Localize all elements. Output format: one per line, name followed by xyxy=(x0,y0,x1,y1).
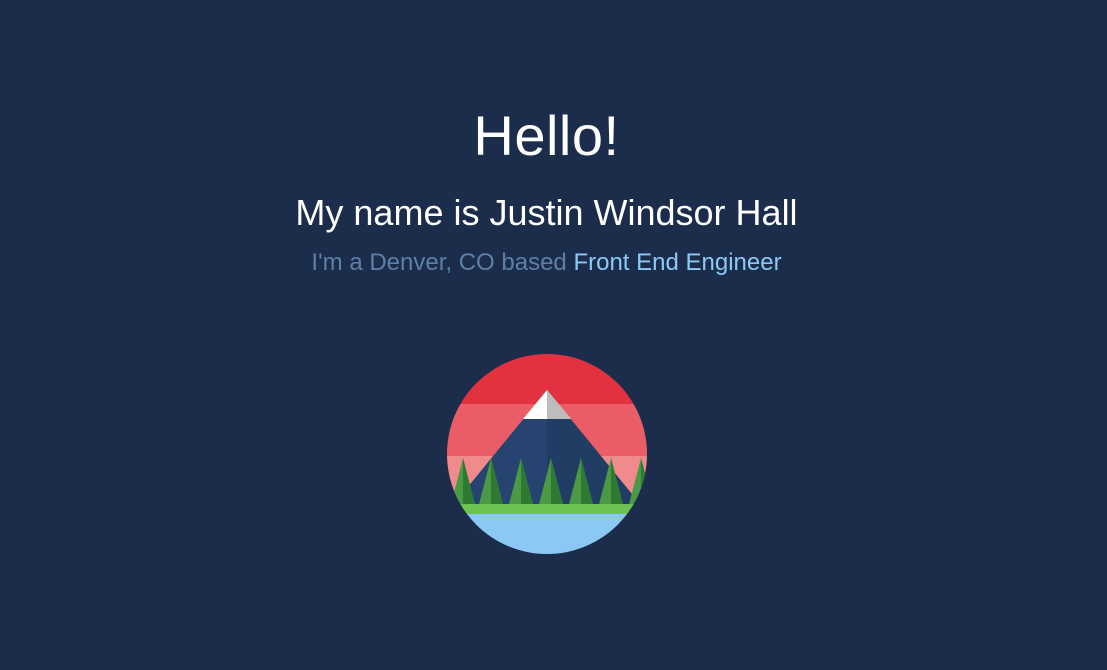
logo-svg xyxy=(447,354,647,554)
grass-strip xyxy=(447,504,647,514)
tagline-role: Front End Engineer xyxy=(573,249,782,276)
landing-page: Hello! My name is Justin Windsor Hall I'… xyxy=(0,0,1107,670)
greeting-heading: Hello! xyxy=(473,104,620,167)
tagline: I'm a Denver, CO based Front End Enginee… xyxy=(0,248,1093,278)
mountain-landscape-logo-icon xyxy=(447,354,647,554)
tagline-location: I'm a Denver, CO based xyxy=(311,249,567,276)
water xyxy=(447,514,647,554)
name-heading: My name is Justin Windsor Hall xyxy=(295,192,798,233)
